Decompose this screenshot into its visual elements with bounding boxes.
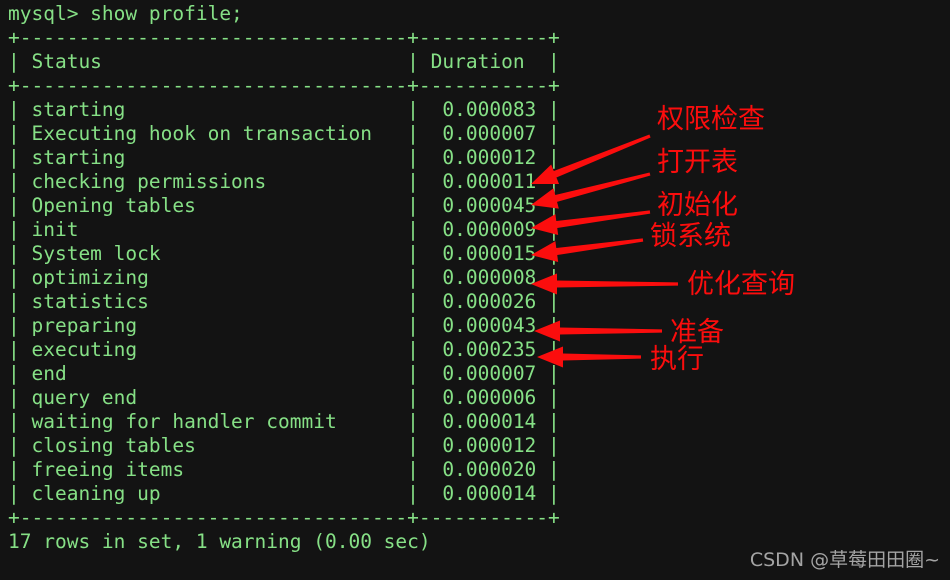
table-row: | waiting for handler commit | 0.000014 …	[8, 410, 560, 433]
table-row: | statistics | 0.000026 |	[8, 290, 560, 313]
table-row: | query end | 0.000006 |	[8, 386, 560, 409]
table-row: | cleaning up | 0.000014 |	[8, 482, 560, 505]
table-row: | checking permissions | 0.000011 |	[8, 170, 560, 193]
prompt-line: mysql> show profile;	[8, 2, 243, 25]
table-row: | starting | 0.000083 |	[8, 98, 560, 121]
table-row: | closing tables | 0.000012 |	[8, 434, 560, 457]
annotation-label: 优化查询	[687, 269, 795, 300]
table-row: | starting | 0.000012 |	[8, 146, 560, 169]
table-row: | Executing hook on transaction | 0.0000…	[8, 122, 560, 145]
annotation-label: 执行	[650, 344, 704, 375]
table-rule-top: +---------------------------------+-----…	[8, 26, 560, 49]
annotation-label: 权限检查	[657, 104, 765, 135]
terminal-output: mysql> show profile; +-------------------…	[8, 2, 560, 554]
result-summary-line: 17 rows in set, 1 warning (0.00 sec)	[8, 530, 431, 553]
annotation-label: 初始化	[657, 190, 738, 221]
annotation-label: 锁系统	[650, 221, 731, 252]
table-row: | Opening tables | 0.000045 |	[8, 194, 560, 217]
table-row: | preparing | 0.000043 |	[8, 314, 560, 337]
table-header-row: | Status | Duration |	[8, 50, 560, 73]
table-row: | executing | 0.000235 |	[8, 338, 560, 361]
table-rule-bottom: +---------------------------------+-----…	[8, 506, 560, 529]
annotation-label: 打开表	[657, 147, 738, 178]
csdn-watermark: CSDN @草莓田田圈~	[749, 549, 940, 571]
table-row: | init | 0.000009 |	[8, 218, 560, 241]
table-row: | System lock | 0.000015 |	[8, 242, 560, 265]
table-row: | end | 0.000007 |	[8, 362, 560, 385]
terminal-screenshot: mysql> show profile; +-------------------…	[0, 0, 950, 580]
table-row: | optimizing | 0.000008 |	[8, 266, 560, 289]
table-rule-header: +---------------------------------+-----…	[8, 74, 560, 97]
table-row: | freeing items | 0.000020 |	[8, 458, 560, 481]
